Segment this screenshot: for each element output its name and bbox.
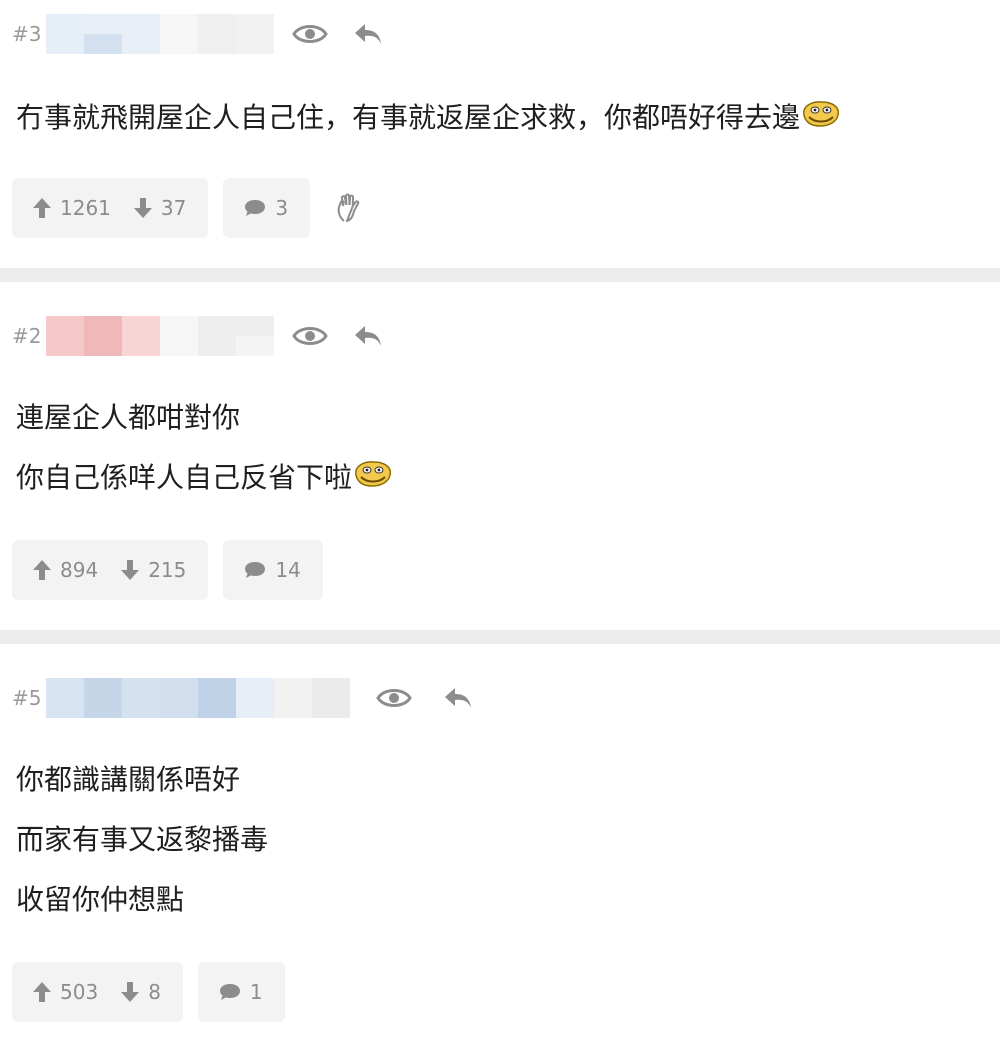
comments-button[interactable]: 3	[223, 178, 311, 238]
arrow-up-icon	[33, 982, 51, 1002]
eye-icon[interactable]	[376, 680, 412, 716]
post-content: 你都識講關係唔好 而家有事又返黎播毒 收留你仲想點	[16, 750, 268, 930]
reply-arrow-icon[interactable]	[440, 680, 476, 716]
reply-count: 3	[275, 196, 289, 220]
upvote-button[interactable]: 894	[32, 558, 98, 582]
arrow-down-icon	[133, 198, 152, 218]
downvote-count: 215	[148, 558, 187, 582]
upvote-button[interactable]: 503	[32, 980, 98, 1004]
arrow-down-icon	[121, 982, 140, 1002]
post-card: #3 冇事就飛開屋企人自己住，有事就返屋企求救，你都唔好得去邊 1261 37 …	[0, 0, 1000, 268]
post-line: 而家有事又返黎播毒	[16, 823, 269, 856]
vote-pill: 894 215	[12, 540, 209, 600]
username-redacted[interactable]	[46, 678, 350, 718]
reply-arrow-icon[interactable]	[350, 318, 386, 354]
post-header: #5	[12, 678, 476, 718]
waving-hand-icon[interactable]	[325, 178, 375, 238]
reply-count: 14	[275, 558, 301, 582]
upvote-button[interactable]: 1261	[32, 196, 111, 220]
post-card: #5 你都識講關係唔好 而家有事又返黎播毒 收留你仲想點 503 8 1	[0, 644, 1000, 1038]
action-row: 503 8 1	[12, 962, 285, 1022]
floor-number: #3	[12, 22, 42, 46]
post-header: #2	[12, 316, 386, 356]
post-content: 連屋企人都咁對你 你自己係咩人自己反省下啦	[16, 388, 394, 508]
downvote-button[interactable]: 215	[120, 558, 186, 582]
post-line: 你都識講關係唔好	[16, 763, 241, 796]
post-divider	[0, 630, 1000, 644]
upvote-count: 1261	[60, 196, 111, 220]
eye-icon[interactable]	[292, 318, 328, 354]
downvote-count: 37	[160, 196, 187, 220]
post-line: 冇事就飛開屋企人自己住，有事就返屋企求救，你都唔好得去邊	[16, 101, 801, 134]
downvote-count: 8	[148, 980, 161, 1004]
speech-bubble-icon	[245, 562, 266, 578]
floor-number: #2	[12, 324, 42, 348]
speech-bubble-icon	[245, 200, 266, 216]
vote-pill: 1261 37	[12, 178, 209, 238]
floor-number: #5	[12, 686, 42, 710]
post-line: 收留你仲想點	[16, 883, 185, 916]
comments-button[interactable]: 1	[197, 962, 285, 1022]
post-line: 連屋企人都咁對你	[16, 401, 241, 434]
arrow-up-icon	[33, 198, 51, 218]
upvote-count: 894	[60, 558, 99, 582]
upvote-count: 503	[60, 980, 99, 1004]
arrow-down-icon	[121, 560, 140, 580]
comments-button[interactable]: 14	[223, 540, 323, 600]
downvote-button[interactable]: 8	[120, 980, 161, 1004]
vote-pill: 503 8	[12, 962, 183, 1022]
post-line: 你自己係咩人自己反省下啦	[16, 461, 353, 494]
username-redacted[interactable]	[46, 14, 274, 54]
post-content: 冇事就飛開屋企人自己住，有事就返屋企求救，你都唔好得去邊	[16, 88, 842, 148]
arrow-up-icon	[33, 560, 51, 580]
action-row: 894 215 14	[12, 540, 323, 600]
smiley-emoticon	[803, 101, 840, 127]
post-header: #3	[12, 14, 386, 54]
reply-arrow-icon[interactable]	[350, 16, 386, 52]
post-card: #2 連屋企人都咁對你 你自己係咩人自己反省下啦 894 215 14	[0, 282, 1000, 630]
action-row: 1261 37 3	[12, 178, 375, 238]
speech-bubble-icon	[219, 984, 240, 1000]
reply-count: 1	[249, 980, 263, 1004]
downvote-button[interactable]: 37	[133, 196, 186, 220]
smiley-emoticon	[355, 461, 392, 487]
post-divider	[0, 268, 1000, 282]
username-redacted[interactable]	[46, 316, 274, 356]
eye-icon[interactable]	[292, 16, 328, 52]
